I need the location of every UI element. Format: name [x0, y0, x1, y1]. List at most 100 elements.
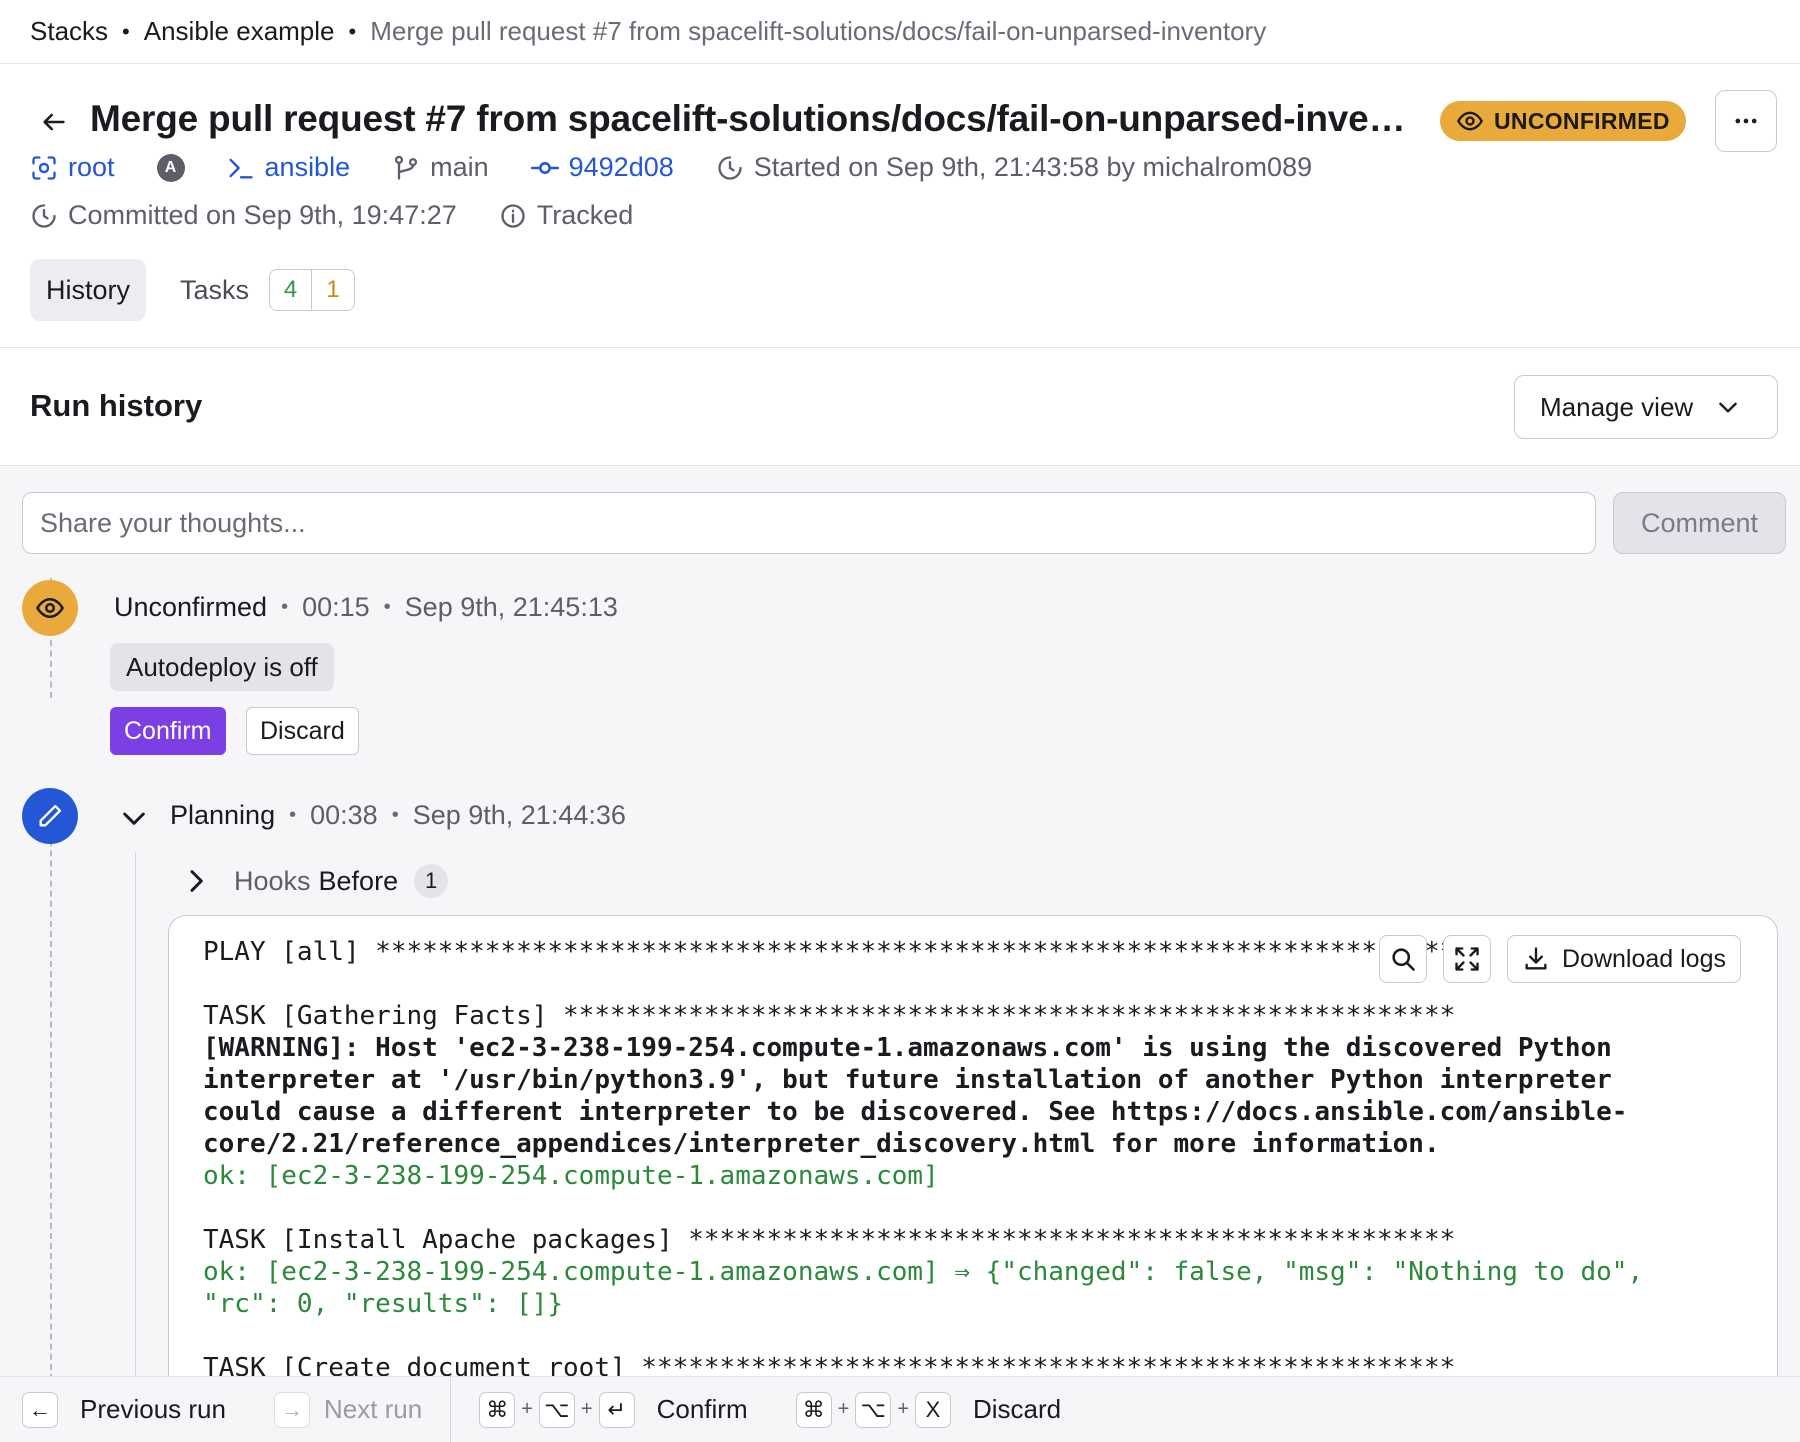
confirm-shortcut[interactable]: ⌘ + ⌥ + ↵ Confirm [479, 1391, 748, 1428]
confirm-button[interactable]: Confirm [110, 707, 226, 755]
tasks-ok-count: 4 [270, 270, 313, 310]
autodeploy-pill: Autodeploy is off [110, 643, 334, 691]
clock-icon [32, 203, 56, 228]
git-commit-icon [530, 161, 559, 174]
fullscreen-button[interactable] [1443, 935, 1491, 983]
status-badge-label: UNCONFIRMED [1494, 107, 1670, 134]
log-line: ok: [ec2-3-238-199-254.compute-1.amazona… [203, 1257, 1644, 1287]
key-left: ← [22, 1391, 58, 1428]
comment-input[interactable] [22, 492, 1596, 554]
run-history-title: Run history [30, 388, 203, 423]
tracked-text: Tracked [536, 200, 634, 230]
log-line: [WARNING]: Host 'ec2-3-238-199-254.compu… [203, 1033, 1612, 1063]
key-cmd: ⌘ [479, 1391, 516, 1428]
author-avatar: A [156, 153, 185, 182]
breadcrumb-separator: • [122, 18, 130, 44]
planning-step-header: Planning • 00:38 • Sep 9th, 21:44:36 [170, 800, 626, 830]
committed-info: Committed on Sep 9th, 19:47:27 [30, 200, 457, 231]
search-logs-button[interactable] [1379, 935, 1427, 983]
run-header: Merge pull request #7 from spacelift-sol… [0, 64, 1800, 348]
breadcrumb-stack[interactable]: Ansible example [144, 16, 335, 47]
eye-icon [36, 597, 64, 619]
tasks-count-badge: 4 1 [269, 269, 356, 311]
unconfirmed-step-header: Unconfirmed • 00:15 • Sep 9th, 21:45:13 [114, 592, 618, 622]
space-name: root [68, 152, 115, 182]
hooks-before-row[interactable]: Hooks Before 1 [180, 864, 449, 898]
step-duration: 00:38 [310, 800, 378, 830]
log-line: TASK [Gathering Facts] *****************… [203, 1001, 1456, 1031]
log-output: PLAY [all] *****************************… [203, 936, 1763, 1376]
log-line: core/2.21/reference_appendices/interpret… [203, 1129, 1440, 1159]
step-name: Planning [170, 800, 276, 830]
manage-view-label: Manage view [1540, 391, 1694, 422]
key-x: X [915, 1391, 951, 1428]
stack-name: ansible [264, 152, 351, 182]
log-line: ok: [ec2-3-238-199-254.compute-1.amazona… [203, 1161, 939, 1191]
discard-shortcut-label: Discard [973, 1394, 1062, 1424]
hooks-count-badge: 1 [414, 864, 449, 898]
stack-link[interactable]: ansible [227, 152, 351, 183]
manage-view-button[interactable]: Manage view [1514, 375, 1778, 439]
unconfirmed-step-icon [22, 580, 78, 636]
confirm-shortcut-label: Confirm [656, 1394, 748, 1424]
download-icon [1525, 947, 1547, 970]
started-info: Started on Sep 9th, 21:43:58 by michalro… [716, 152, 1312, 183]
key-option: ⌥ [538, 1391, 575, 1428]
commit-link[interactable]: 9492d08 [530, 152, 674, 183]
comment-button[interactable]: Comment [1613, 492, 1786, 554]
chevron-right-icon[interactable] [180, 865, 212, 897]
tracked-info: Tracked [499, 200, 634, 231]
more-options-button[interactable] [1715, 90, 1777, 152]
avatar: A [156, 153, 185, 182]
tab-history[interactable]: History [30, 259, 147, 321]
planning-sub-connector [135, 852, 136, 1376]
tab-tasks[interactable]: Tasks [164, 259, 265, 321]
step-name: Unconfirmed [114, 592, 268, 622]
download-logs-label: Download logs [1562, 944, 1726, 973]
commit-sha: 9492d08 [568, 152, 674, 182]
key-enter: ↵ [598, 1391, 635, 1428]
breadcrumb-stacks[interactable]: Stacks [30, 16, 108, 47]
expand-icon [1455, 947, 1479, 971]
next-run-button[interactable]: → Next run [273, 1391, 422, 1428]
log-line: interpreter at '/usr/bin/python3.9', but… [203, 1065, 1612, 1095]
download-logs-button[interactable]: Download logs [1507, 935, 1741, 983]
step-timestamp: Sep 9th, 21:45:13 [404, 592, 618, 622]
log-line: "rc": 0, "results": []} [203, 1289, 564, 1319]
run-history-bar: Run history Manage view [0, 348, 1800, 466]
back-button[interactable] [36, 104, 72, 140]
discard-button[interactable]: Discard [246, 707, 359, 755]
discard-shortcut[interactable]: ⌘ + ⌥ + X Discard [795, 1391, 1062, 1428]
space-link[interactable]: root [30, 152, 115, 183]
terminal-icon [228, 158, 253, 178]
more-horizontal-icon [1735, 118, 1757, 124]
run-meta-row-2: Committed on Sep 9th, 19:47:27 Tracked [30, 200, 675, 231]
breadcrumb: Stacks • Ansible example • Merge pull re… [0, 0, 1800, 64]
planning-collapse-chevron-icon[interactable] [118, 802, 150, 834]
planning-step-icon [22, 788, 78, 844]
info-icon [501, 203, 525, 228]
started-text: Started on Sep 9th, 21:43:58 by michalro… [753, 152, 1313, 182]
committed-text: Committed on Sep 9th, 19:47:27 [68, 200, 457, 230]
key-cmd: ⌘ [795, 1391, 832, 1428]
log-line: TASK [Create document root] ************… [203, 1353, 1456, 1376]
run-meta-row: root A ansible main 9492d08 Started on S… [30, 152, 1354, 183]
run-history-content: Comment Unconfirmed • 00:15 • Sep 9th, 2… [0, 466, 1800, 1376]
search-icon [1392, 948, 1415, 971]
hooks-label: Before [318, 865, 399, 896]
step-timestamp: Sep 9th, 21:44:36 [412, 800, 626, 830]
log-toolbar: Download logs [1379, 935, 1741, 983]
clock-icon [718, 155, 742, 180]
status-badge: UNCONFIRMED [1440, 101, 1686, 141]
log-line: could cause a different interpreter to b… [203, 1097, 1628, 1127]
eye-icon [1457, 111, 1483, 131]
breadcrumb-separator: • [348, 18, 357, 44]
hooks-prefix: Hooks [234, 865, 311, 896]
log-panel: PLAY [all] *****************************… [168, 915, 1778, 1376]
pencil-icon [39, 804, 62, 827]
keyboard-shortcuts-footer: ← Previous run → Next run ⌘ + ⌥ + ↵ Conf… [0, 1376, 1800, 1442]
previous-run-button[interactable]: ← Previous run [22, 1391, 226, 1428]
arrow-left-icon [43, 113, 65, 131]
